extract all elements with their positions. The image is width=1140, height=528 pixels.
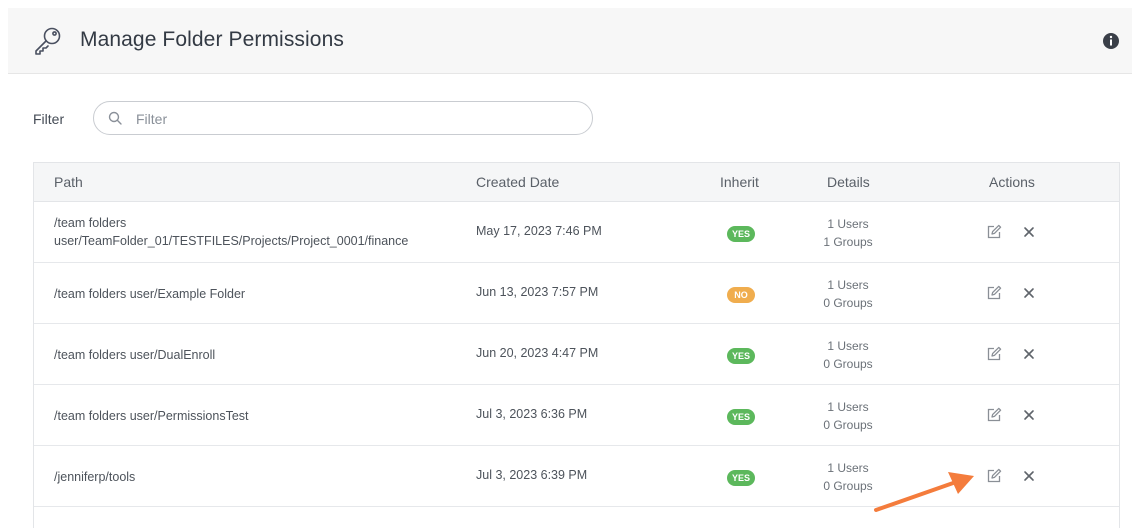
path-line: user/TeamFolder_01/TESTFILES/Projects/Pr… xyxy=(54,234,409,248)
created-date: May 17, 2023 7:46 PM xyxy=(476,224,602,238)
table-row: /team folders user/TeamFolder_01/TESTFIL… xyxy=(34,202,1119,263)
delete-icon[interactable] xyxy=(1022,408,1036,422)
path-cell: /jenniferp/tools xyxy=(54,468,135,486)
users-count: 1 Users xyxy=(827,217,869,231)
details-cell[interactable]: 1 Users 0 Groups xyxy=(798,337,898,373)
details-cell[interactable]: 1 Users 1 Groups xyxy=(798,215,898,251)
table-row: /team folders user/DualEnroll Jun 20, 20… xyxy=(34,324,1119,385)
users-count: 1 Users xyxy=(827,278,869,292)
column-header-actions: Actions xyxy=(989,174,1035,190)
edit-icon[interactable] xyxy=(986,407,1002,423)
inherit-badge: NO xyxy=(727,287,755,303)
path-line: /jenniferp/tools xyxy=(54,470,136,484)
path-line: /team folders user/DualEnroll xyxy=(54,348,216,362)
delete-icon[interactable] xyxy=(1022,225,1036,239)
users-count: 1 Users xyxy=(827,339,869,353)
inherit-badge: YES xyxy=(727,409,755,425)
path-cell: /team folders user/DualEnroll xyxy=(54,346,215,364)
details-cell[interactable]: 1 Users 0 Groups xyxy=(798,276,898,312)
path-line: /team folders user/PermissionsTest xyxy=(54,409,249,423)
filter-label: Filter xyxy=(33,111,65,127)
inherit-badge: YES xyxy=(727,226,755,242)
path-line: /team folders user/Example Folder xyxy=(54,287,246,301)
column-header-details[interactable]: Details xyxy=(827,174,870,190)
path-cell: /team folders user/Example Folder xyxy=(54,285,245,303)
inherit-badge: YES xyxy=(727,348,755,364)
groups-count: 0 Groups xyxy=(823,418,873,432)
page-header: Manage Folder Permissions xyxy=(8,8,1132,74)
groups-count: 0 Groups xyxy=(823,296,873,310)
created-date: Jul 3, 2023 6:39 PM xyxy=(476,468,588,482)
path-cell: /team folders user/TeamFolder_01/TESTFIL… xyxy=(54,214,408,250)
delete-icon[interactable] xyxy=(1022,347,1036,361)
edit-icon[interactable] xyxy=(986,224,1002,240)
search-icon xyxy=(108,111,122,125)
users-count: 1 Users xyxy=(827,400,869,414)
path-cell: /team folders user/PermissionsTest xyxy=(54,407,249,425)
key-icon xyxy=(35,27,61,55)
table-row: /team folders user/Example Folder Jun 13… xyxy=(34,263,1119,324)
filter-box[interactable] xyxy=(93,101,593,135)
inherit-badge: YES xyxy=(727,470,755,486)
delete-icon[interactable] xyxy=(1022,469,1036,483)
table-row: /team folders user/PermissionsTest Jul 3… xyxy=(34,385,1119,446)
column-header-inherit[interactable]: Inherit xyxy=(720,174,759,190)
column-header-created-date[interactable]: Created Date xyxy=(476,174,559,190)
details-cell[interactable]: 1 Users 0 Groups xyxy=(798,398,898,434)
path-line: /team folders xyxy=(54,216,127,230)
edit-icon[interactable] xyxy=(986,346,1002,362)
filter-input[interactable] xyxy=(136,108,576,130)
delete-icon[interactable] xyxy=(1022,286,1036,300)
created-date: Jun 20, 2023 4:47 PM xyxy=(476,346,599,360)
column-header-path[interactable]: Path xyxy=(54,174,83,190)
annotation-arrow-icon xyxy=(874,472,974,512)
edit-icon[interactable] xyxy=(986,468,1002,484)
groups-count: 1 Groups xyxy=(823,235,873,249)
table-header: Path Created Date Inherit Details Action… xyxy=(34,163,1119,202)
page-title: Manage Folder Permissions xyxy=(80,28,344,51)
created-date: Jun 13, 2023 7:57 PM xyxy=(476,285,599,299)
edit-icon[interactable] xyxy=(986,285,1002,301)
info-icon[interactable] xyxy=(1102,32,1120,50)
groups-count: 0 Groups xyxy=(823,357,873,371)
created-date: Jul 3, 2023 6:36 PM xyxy=(476,407,588,421)
